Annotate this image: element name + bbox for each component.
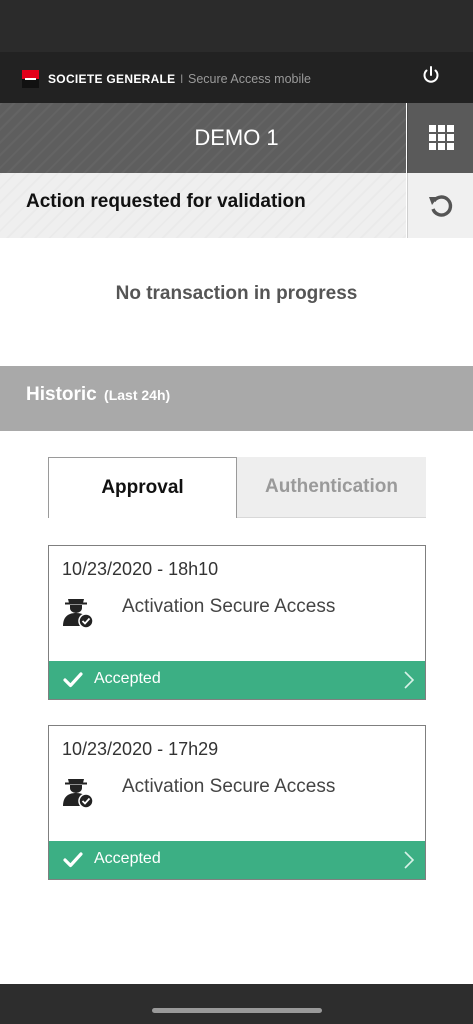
- check-icon: [63, 852, 83, 868]
- home-indicator[interactable]: [152, 1008, 322, 1013]
- agent-approved-icon: [63, 779, 94, 809]
- power-button[interactable]: [419, 63, 443, 87]
- status-bar-accepted[interactable]: Accepted: [49, 841, 425, 879]
- tab-approval[interactable]: Approval: [48, 457, 237, 518]
- transaction-date: 10/23/2020 - 17h29: [62, 739, 219, 759]
- transaction-title: Activation Secure Access: [122, 596, 336, 617]
- status-label: Accepted: [94, 670, 161, 687]
- power-icon: [423, 66, 439, 83]
- status-bar-accepted[interactable]: Accepted: [49, 661, 425, 699]
- societe-generale-logo: [22, 70, 39, 88]
- transaction-card[interactable]: 10/23/2020 - 18h10 Activation Secure Acc…: [48, 545, 426, 700]
- page-title: DEMO 1: [194, 125, 279, 150]
- tab-authentication[interactable]: Authentication: [237, 457, 426, 518]
- apps-menu-button[interactable]: [407, 103, 473, 173]
- apps-grid-icon: [429, 125, 455, 151]
- historic-subtitle: (Last 24h): [104, 387, 171, 403]
- refresh-button[interactable]: [407, 173, 473, 238]
- historic-label: Historic: [26, 384, 97, 405]
- check-icon: [63, 672, 83, 688]
- transaction-date: 10/23/2020 - 18h10: [62, 559, 219, 579]
- refresh-icon: [429, 195, 453, 217]
- brand-separator: I: [180, 72, 184, 86]
- status-bar: [0, 0, 473, 52]
- brand-name: SOCIETE GENERALE: [48, 72, 176, 86]
- agent-approved-icon: [63, 599, 94, 629]
- chevron-right-icon: [404, 851, 415, 869]
- chevron-right-icon: [404, 671, 415, 689]
- status-label: Accepted: [94, 850, 161, 867]
- no-transaction-message: No transaction in progress: [115, 283, 358, 304]
- action-requested-label: Action requested for validation: [26, 191, 306, 212]
- transaction-card[interactable]: 10/23/2020 - 17h29 Activation Secure Acc…: [48, 725, 426, 880]
- system-navigation-bar: [0, 984, 473, 1024]
- transaction-title: Activation Secure Access: [122, 776, 336, 797]
- app-name: Secure Access mobile: [188, 72, 311, 86]
- historic-title: Historic (Last 24h): [26, 384, 170, 406]
